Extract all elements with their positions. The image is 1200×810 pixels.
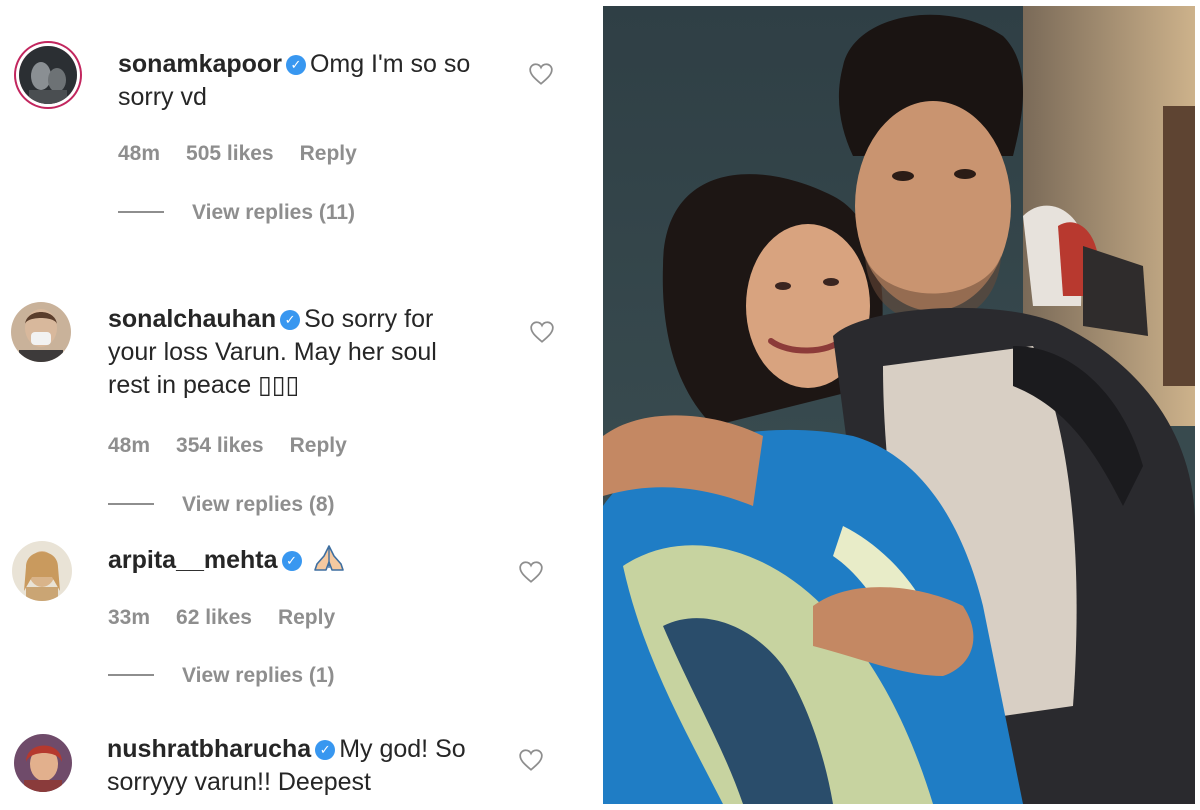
view-replies-button[interactable]: View replies (8)	[108, 493, 335, 517]
comment-body-line: sorry vd	[118, 83, 207, 111]
comment-time: 33m	[108, 606, 151, 629]
username[interactable]: sonalchauhan	[108, 305, 276, 333]
comment-body-line: Omg I'm so so	[309, 50, 471, 78]
heart-outline-icon[interactable]	[518, 560, 544, 584]
comment-body-line: your loss Varun. May her soul	[108, 338, 437, 366]
view-replies-label: View replies (8)	[182, 493, 335, 516]
avatar[interactable]	[11, 302, 71, 362]
folded-hands-icon	[314, 545, 345, 571]
comment-meta: 33m 62 likes Reply	[108, 606, 361, 630]
replies-divider	[118, 211, 164, 213]
replies-divider	[108, 674, 154, 676]
like-count[interactable]: 354 likes	[176, 434, 264, 457]
comment-body-line: sorryyy varun!! Deepest	[107, 768, 371, 796]
username[interactable]: arpita__mehta	[108, 546, 278, 574]
like-count[interactable]: 62 likes	[176, 606, 252, 629]
comment-meta: 48m 354 likes Reply	[108, 434, 373, 458]
comment-text: nushratbharucha ✓ My god! So sorryyy varun…	[107, 733, 487, 799]
verified-badge-icon: ✓	[280, 310, 301, 330]
comment-text: sonalchauhan ✓ So sorry for your loss Varu…	[108, 303, 508, 402]
view-replies-button[interactable]: View replies (11)	[118, 201, 355, 225]
post-photo	[603, 6, 1195, 804]
comment-text: arpita__mehta ✓	[108, 544, 488, 577]
comment-body-line: So sorry for	[304, 305, 434, 333]
verified-badge-icon: ✓	[285, 55, 306, 75]
comment-body-line: rest in peace ▯▯▯	[108, 371, 300, 399]
heart-outline-icon[interactable]	[518, 748, 544, 772]
photo-illustration	[603, 6, 1195, 804]
avatar[interactable]	[12, 541, 72, 601]
username[interactable]: sonamkapoor	[118, 50, 282, 78]
comment-time: 48m	[108, 434, 151, 457]
comment-text: sonamkapoor ✓ Omg I'm so so sorry vd	[118, 48, 498, 114]
username[interactable]: nushratbharucha	[107, 735, 311, 763]
heart-outline-icon[interactable]	[529, 320, 555, 344]
view-replies-button[interactable]: View replies (1)	[108, 664, 335, 688]
reply-button[interactable]: Reply	[278, 606, 335, 629]
verified-badge-icon: ✓	[315, 740, 336, 760]
verified-badge-icon: ✓	[281, 551, 302, 571]
comment-time: 48m	[118, 142, 161, 165]
avatar[interactable]	[14, 734, 72, 792]
comment-meta: 48m 505 likes Reply	[118, 142, 383, 166]
reply-button[interactable]: Reply	[300, 142, 357, 165]
view-replies-label: View replies (1)	[182, 664, 335, 687]
heart-outline-icon[interactable]	[528, 62, 554, 86]
avatar[interactable]	[19, 46, 77, 104]
comments-panel: sonamkapoor ✓ Omg I'm so so sorry vd 48m 50…	[0, 0, 600, 810]
view-replies-label: View replies (11)	[192, 201, 356, 224]
reply-button[interactable]: Reply	[290, 434, 347, 457]
like-count[interactable]: 505 likes	[186, 142, 274, 165]
comment-body-line: My god! So	[339, 735, 466, 763]
replies-divider	[108, 503, 154, 505]
